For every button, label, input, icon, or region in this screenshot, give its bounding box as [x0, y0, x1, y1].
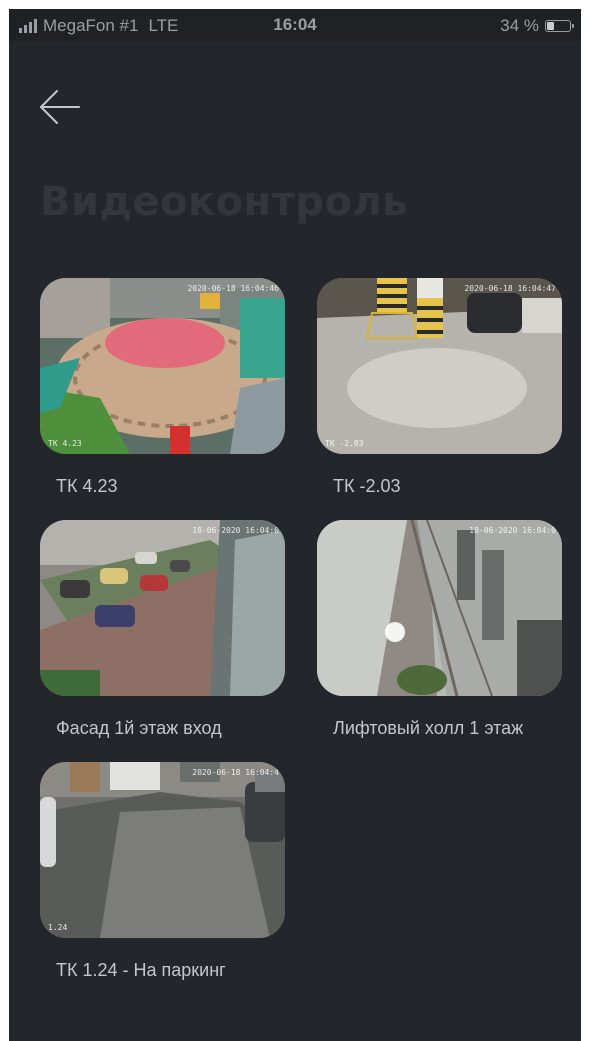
camera-timestamp: 2020-06-18 16:04:47 [464, 284, 556, 293]
camera-card-facade[interactable]: 18-06-2020 16:04:0 Фасад 1й этаж вход [40, 520, 285, 738]
camera-name: ТК 1.24 - На паркинг [56, 960, 226, 980]
battery-percent: 34 % [500, 16, 539, 35]
camera-card-tk-1-24[interactable]: 2020-06-18 16:04:4 1.24 ТК 1.24 - На пар… [40, 762, 285, 980]
camera-card-elevator-hall[interactable]: 18-06-2020 16:04:0 Лифтовый холл 1 этаж [317, 520, 562, 738]
camera-name: ТК 4.23 [56, 476, 118, 496]
camera-preview-image [40, 520, 285, 696]
camera-thumbnail[interactable]: 2020-06-18 16:04:47 ТК -2.03 [317, 278, 562, 454]
camera-thumbnail[interactable]: 2020-06-18 16:04:4 1.24 [40, 762, 285, 938]
page-title: Видеоконтроль [40, 179, 409, 225]
status-time: 16:04 [273, 15, 317, 34]
status-bar: MegaFon #1 LTE 16:04 34 % [9, 9, 581, 41]
camera-timestamp: 18-06-2020 16:04:0 [192, 526, 279, 535]
camera-preview-image [317, 278, 562, 454]
camera-thumbnail[interactable]: 2020-06-18 16:04:46 ТК 4.23 [40, 278, 285, 454]
camera-preview-image [40, 278, 285, 454]
status-right: 34 % [500, 16, 574, 36]
camera-timestamp: 2020-06-18 16:04:46 [187, 284, 279, 293]
camera-thumbnail[interactable]: 18-06-2020 16:04:0 [40, 520, 285, 696]
battery-icon [545, 20, 574, 32]
app-screen: MegaFon #1 LTE 16:04 34 % Видеоконтроль [9, 9, 581, 1041]
back-button[interactable] [35, 83, 83, 131]
camera-corner-label: ТК -2.03 [325, 439, 364, 448]
arrow-left-icon [40, 90, 80, 124]
camera-name: Фасад 1й этаж вход [56, 718, 222, 738]
camera-timestamp: 18-06-2020 16:04:0 [469, 526, 556, 535]
camera-timestamp: 2020-06-18 16:04:4 [192, 768, 279, 777]
camera-name: Лифтовый холл 1 этаж [333, 718, 524, 738]
battery-fill [547, 22, 554, 30]
camera-preview-image [317, 520, 562, 696]
camera-card-tk-4-23[interactable]: 2020-06-18 16:04:46 ТК 4.23 ТК 4.23 [40, 278, 285, 496]
camera-preview-image [40, 762, 285, 938]
camera-thumbnail[interactable]: 18-06-2020 16:04:0 [317, 520, 562, 696]
camera-corner-label: ТК 4.23 [48, 439, 82, 448]
camera-card-tk-2-03[interactable]: 2020-06-18 16:04:47 ТК -2.03 ТК -2.03 [317, 278, 562, 496]
camera-corner-label: 1.24 [48, 923, 68, 932]
camera-name: ТК -2.03 [333, 476, 401, 496]
